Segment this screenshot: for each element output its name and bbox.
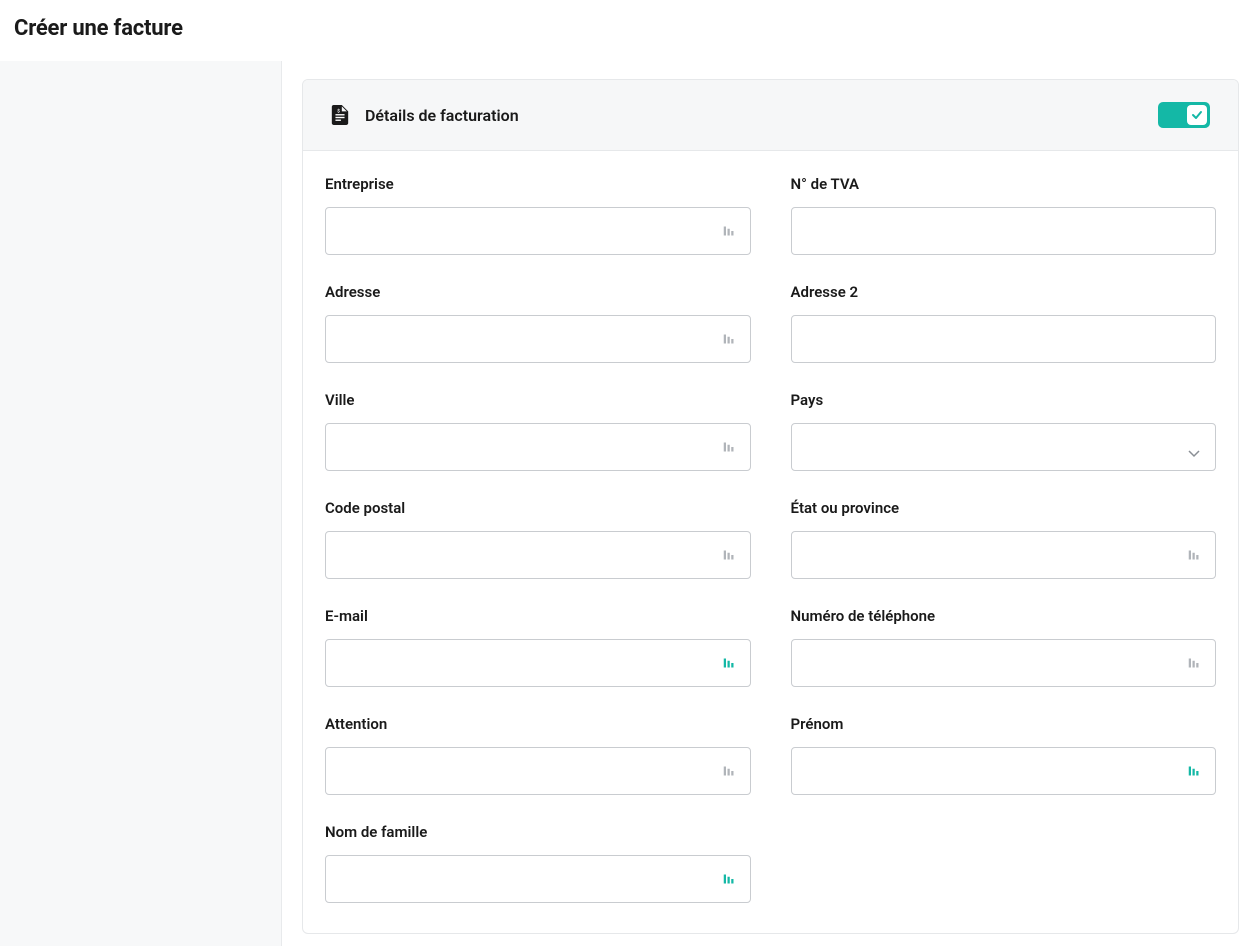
input-wrap-address xyxy=(325,315,751,363)
state-input[interactable] xyxy=(791,531,1217,579)
field-state: État ou province xyxy=(791,499,1217,579)
company-input[interactable] xyxy=(325,207,751,255)
layout: $ Détails de facturation xyxy=(0,61,1251,946)
label-vat: N° de TVA xyxy=(791,175,1217,193)
invoice-icon: $ xyxy=(331,105,349,125)
postal-input[interactable] xyxy=(325,531,751,579)
label-country: Pays xyxy=(791,391,1217,409)
address-input[interactable] xyxy=(325,315,751,363)
label-company: Entreprise xyxy=(325,175,751,193)
input-wrap-city xyxy=(325,423,751,471)
input-wrap-state xyxy=(791,531,1217,579)
input-wrap-address2 xyxy=(791,315,1217,363)
check-icon xyxy=(1191,109,1203,121)
page-header: Créer une facture xyxy=(0,0,1251,61)
field-company: Entreprise xyxy=(325,175,751,255)
city-input[interactable] xyxy=(325,423,751,471)
label-lastname: Nom de famille xyxy=(325,823,751,841)
label-attention: Attention xyxy=(325,715,751,733)
input-wrap-phone xyxy=(791,639,1217,687)
label-email: E-mail xyxy=(325,607,751,625)
input-wrap-country xyxy=(791,423,1217,471)
field-country: Pays xyxy=(791,391,1217,471)
field-phone: Numéro de téléphone xyxy=(791,607,1217,687)
field-email: E-mail xyxy=(325,607,751,687)
billing-toggle[interactable] xyxy=(1158,102,1210,128)
card-header: $ Détails de facturation xyxy=(303,80,1238,151)
label-city: Ville xyxy=(325,391,751,409)
label-postal: Code postal xyxy=(325,499,751,517)
input-wrap-attention xyxy=(325,747,751,795)
label-firstname: Prénom xyxy=(791,715,1217,733)
field-address: Adresse xyxy=(325,283,751,363)
form-grid: Entreprise N° de TVA xyxy=(325,175,1216,903)
input-wrap-company xyxy=(325,207,751,255)
input-wrap-postal xyxy=(325,531,751,579)
field-firstname: Prénom xyxy=(791,715,1217,795)
address2-input[interactable] xyxy=(791,315,1217,363)
input-wrap-lastname xyxy=(325,855,751,903)
email-input[interactable] xyxy=(325,639,751,687)
billing-details-card: $ Détails de facturation xyxy=(302,79,1239,934)
input-wrap-vat xyxy=(791,207,1217,255)
main-content: $ Détails de facturation xyxy=(282,61,1251,946)
label-state: État ou province xyxy=(791,499,1217,517)
field-city: Ville xyxy=(325,391,751,471)
field-vat: N° de TVA xyxy=(791,175,1217,255)
page-title: Créer une facture xyxy=(14,16,1237,41)
label-phone: Numéro de téléphone xyxy=(791,607,1217,625)
label-address: Adresse xyxy=(325,283,751,301)
field-lastname: Nom de famille xyxy=(325,823,751,903)
firstname-input[interactable] xyxy=(791,747,1217,795)
lastname-input[interactable] xyxy=(325,855,751,903)
card-body: Entreprise N° de TVA xyxy=(303,151,1238,933)
input-wrap-email xyxy=(325,639,751,687)
card-title: Détails de facturation xyxy=(365,106,519,125)
vat-input[interactable] xyxy=(791,207,1217,255)
label-address2: Adresse 2 xyxy=(791,283,1217,301)
field-address2: Adresse 2 xyxy=(791,283,1217,363)
country-select[interactable] xyxy=(791,423,1217,471)
phone-input[interactable] xyxy=(791,639,1217,687)
card-header-left: $ Détails de facturation xyxy=(331,105,519,125)
field-attention: Attention xyxy=(325,715,751,795)
input-wrap-firstname xyxy=(791,747,1217,795)
sidebar xyxy=(0,61,282,946)
field-postal: Code postal xyxy=(325,499,751,579)
toggle-knob xyxy=(1187,105,1207,125)
attention-input[interactable] xyxy=(325,747,751,795)
